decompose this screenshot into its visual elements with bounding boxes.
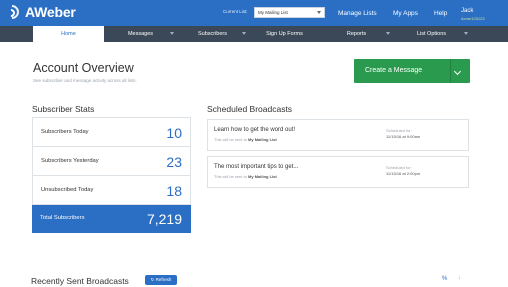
total-subscribers-row[interactable]: Total Subscribers 7,219 (32, 205, 191, 233)
current-list-value: My Mailing List (258, 10, 288, 15)
page-title: Account Overview (33, 61, 134, 75)
stat-row[interactable]: Subscribers Today 10 (33, 118, 190, 147)
manage-lists-link[interactable]: Manage Lists (338, 10, 377, 17)
broadcast-subject[interactable]: Learn how to get the word out! (214, 127, 295, 133)
tab-label: Home (61, 31, 76, 37)
percent-icon[interactable]: % (442, 276, 447, 282)
tab-reports[interactable]: Reports (321, 26, 392, 42)
tab-label: Subscribers (197, 31, 228, 37)
scheduled-label: Scheduled for: (386, 128, 412, 133)
tab-label: Messages (127, 31, 154, 37)
tab-label: Reports (346, 31, 367, 37)
broadcast-recipient: This will be sent to My Mailing List (214, 174, 277, 179)
total-subscribers-value: 7,219 (146, 211, 182, 227)
user-name[interactable]: Jack (461, 8, 473, 14)
page-subtitle: See subscriber and message activity acro… (33, 78, 137, 83)
subscriber-stats-title: Subscriber Stats (32, 104, 95, 114)
aweber-logo[interactable]: AWeber (2, 2, 76, 22)
chevron-down-icon (386, 32, 390, 35)
tab-sign-up-forms[interactable]: Sign Up Forms (249, 26, 320, 42)
broadcast-item[interactable]: The most important tips to get... This w… (207, 156, 469, 188)
broadcast-item[interactable]: Learn how to get the word out! This will… (207, 119, 469, 151)
top-header: AWeber Current List: My Mailing List Man… (0, 0, 508, 26)
broadcast-recipient: This will be sent to My Mailing List (214, 137, 277, 142)
stat-row[interactable]: Unsubscribed Today 18 (33, 176, 190, 205)
tab-label: List Options (416, 31, 447, 37)
user-account-id: Acme123123 (461, 16, 485, 21)
current-list-label: Current List: (223, 9, 248, 14)
broadcast-subject[interactable]: The most important tips to get... (214, 164, 298, 170)
tab-messages[interactable]: Messages (105, 26, 176, 42)
chevron-down-icon (464, 32, 468, 35)
tab-list-options[interactable]: List Options (393, 26, 470, 42)
stat-row[interactable]: Subscribers Yesterday 23 (33, 147, 190, 176)
tab-subscribers[interactable]: Subscribers (177, 26, 248, 42)
my-apps-link[interactable]: My Apps (393, 10, 418, 17)
logo-text: AWeber (25, 4, 76, 20)
total-subscribers-label: Total Subscribers (40, 215, 85, 221)
stat-value: 23 (166, 154, 182, 170)
refresh-icon: ↻ (150, 277, 155, 282)
stat-label: Subscribers Yesterday (41, 158, 99, 164)
scheduled-label: Scheduled for: (386, 165, 412, 170)
chevron-down-icon (317, 11, 321, 14)
refresh-label: Refresh (155, 277, 172, 282)
chevron-down-icon[interactable] (453, 67, 462, 76)
scheduled-date: 11/15/16 at 2:00pm (386, 171, 421, 176)
chevron-down-icon (242, 32, 246, 35)
recently-sent-title: Recently Sent Broadcasts (31, 276, 129, 286)
chevron-down-icon (170, 32, 174, 35)
current-list-select[interactable]: My Mailing List (254, 7, 325, 18)
download-icon[interactable]: ↓ (458, 275, 461, 281)
stat-value: 18 (166, 183, 182, 199)
stat-label: Unsubscribed Today (41, 187, 94, 193)
aweber-wave-icon (2, 2, 22, 22)
stat-label: Subscribers Today (41, 129, 89, 135)
scheduled-date: 11/15/16 at 9:00am (386, 134, 421, 139)
refresh-button[interactable]: ↻ Refresh (145, 275, 177, 285)
tab-home[interactable]: Home (33, 26, 104, 42)
scheduled-broadcasts-title: Scheduled Broadcasts (207, 104, 293, 114)
create-message-button[interactable]: Create a Message (354, 59, 470, 83)
button-divider (450, 59, 451, 83)
create-message-label: Create a Message (365, 67, 423, 74)
tab-label: Sign Up Forms (266, 31, 303, 37)
main-nav: Home Messages Subscribers Sign Up Forms … (0, 26, 508, 42)
help-link[interactable]: Help (434, 10, 447, 17)
stat-value: 10 (166, 125, 182, 141)
